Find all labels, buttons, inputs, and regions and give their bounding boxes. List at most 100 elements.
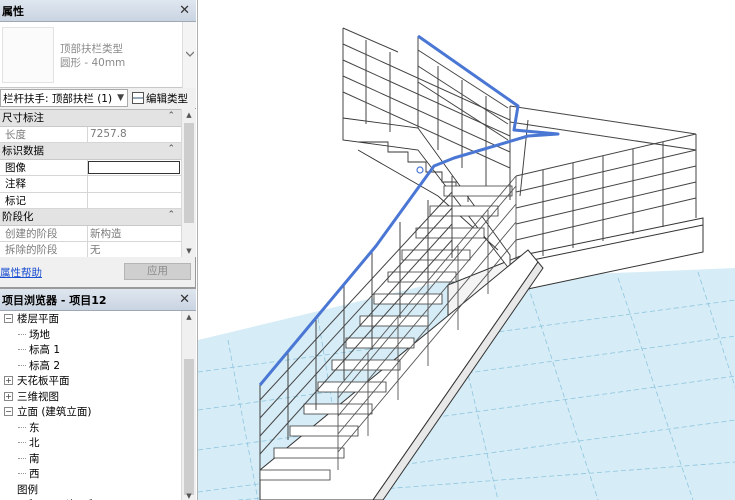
tree-node[interactable]: 东 bbox=[0, 420, 181, 436]
property-key: 图像 bbox=[0, 159, 88, 175]
property-value: 7257.8 bbox=[90, 128, 127, 141]
property-value-input[interactable] bbox=[88, 176, 181, 192]
stair-model-drawing[interactable] bbox=[198, 0, 735, 500]
property-value-input[interactable] bbox=[88, 193, 181, 209]
chevron-down-icon bbox=[186, 51, 194, 57]
properties-grid: 尺寸标注 ⌃ 长度 7257.8 标识数据 ⌃ 图像 注释 标记 阶段化 ⌃ 创… bbox=[0, 109, 181, 257]
tree-node[interactable]: 南 bbox=[0, 451, 181, 467]
expand-icon[interactable]: + bbox=[4, 376, 13, 386]
property-value: 新构造 bbox=[90, 227, 122, 240]
tree-node[interactable]: 图例 bbox=[0, 482, 181, 498]
tree-connector bbox=[18, 349, 26, 351]
tree-node-label: 天花板平面 bbox=[17, 375, 70, 388]
tree-node-label: 三维视图 bbox=[17, 390, 59, 403]
edit-type-icon bbox=[132, 92, 144, 104]
chevron-down-icon: ▼ bbox=[117, 93, 124, 103]
tree-node[interactable]: 西 bbox=[0, 466, 181, 482]
property-row-image[interactable]: 图像 bbox=[0, 159, 181, 176]
properties-scrollbar[interactable]: ▲ ▼ bbox=[181, 109, 196, 257]
scrollbar-thumb[interactable] bbox=[184, 123, 194, 223]
properties-footer: 属性帮助 应用 bbox=[0, 262, 196, 282]
apply-button[interactable]: 应用 bbox=[124, 263, 191, 280]
tree-node[interactable]: + 天花板平面 bbox=[0, 373, 181, 389]
instance-filter-value: 栏杆扶手: 顶部扶栏 (1) bbox=[3, 92, 113, 105]
group-label: 阶段化 bbox=[2, 211, 34, 224]
close-icon[interactable]: ✕ bbox=[179, 3, 190, 18]
tree-node[interactable]: − 楼层平面 bbox=[0, 311, 181, 327]
tree-node[interactable]: 标高 1 bbox=[0, 342, 181, 358]
scroll-down-icon[interactable]: ▼ bbox=[182, 490, 196, 500]
property-row-comments[interactable]: 注释 bbox=[0, 176, 181, 193]
3d-viewport[interactable] bbox=[197, 0, 735, 500]
browser-scrollbar[interactable]: ▲ ▼ bbox=[181, 311, 196, 500]
scroll-up-icon[interactable]: ▲ bbox=[182, 311, 196, 323]
scrollbar-thumb[interactable] bbox=[184, 359, 194, 495]
tree-node-label: 西 bbox=[29, 468, 40, 481]
type-dropdown-button[interactable] bbox=[182, 22, 196, 88]
edit-type-label: 编辑类型 bbox=[146, 92, 188, 105]
property-row-length[interactable]: 长度 7257.8 bbox=[0, 126, 181, 143]
properties-title-bar[interactable]: 属性 ✕ bbox=[0, 0, 196, 22]
property-value-input[interactable] bbox=[88, 160, 180, 174]
group-header-phasing[interactable]: 阶段化 ⌃ bbox=[0, 209, 181, 226]
tree-node-label: 南 bbox=[29, 452, 40, 465]
properties-help-link[interactable]: 属性帮助 bbox=[0, 265, 42, 280]
group-label: 尺寸标注 bbox=[2, 112, 44, 125]
tree-connector bbox=[18, 442, 26, 444]
instance-filter-select[interactable]: 栏杆扶手: 顶部扶栏 (1) ▼ bbox=[0, 89, 128, 107]
collapse-icon[interactable]: − bbox=[4, 314, 13, 324]
tree-node-label: 图例 bbox=[17, 483, 38, 496]
tree-connector bbox=[18, 333, 26, 335]
tree-node-label: 场地 bbox=[29, 328, 50, 341]
tree-node-label: 楼层平面 bbox=[17, 313, 59, 326]
tree-node-label: 北 bbox=[29, 437, 40, 450]
collapse-icon[interactable]: − bbox=[4, 407, 13, 417]
group-header-dimensions[interactable]: 尺寸标注 ⌃ bbox=[0, 110, 181, 127]
project-browser-title-bar[interactable]: 项目浏览器 - 项目12 ✕ bbox=[0, 289, 196, 311]
type-family: 顶部扶栏类型 bbox=[60, 43, 123, 55]
expand-icon[interactable]: + bbox=[4, 391, 13, 401]
scroll-down-icon[interactable]: ▼ bbox=[182, 245, 196, 257]
project-browser-title: 项目浏览器 - 项目12 bbox=[2, 293, 107, 307]
tree-node-label: 标高 2 bbox=[29, 359, 61, 372]
property-row-phase-demolished[interactable]: 拆除的阶段 无 bbox=[0, 242, 181, 257]
type-preview-image bbox=[2, 27, 54, 83]
group-label: 标识数据 bbox=[2, 145, 44, 158]
collapse-icon[interactable]: ⌃ bbox=[167, 210, 175, 220]
collapse-icon[interactable]: ⌃ bbox=[167, 144, 175, 154]
tree-node[interactable]: 标高 2 bbox=[0, 358, 181, 374]
property-key: 拆除的阶段 bbox=[0, 242, 88, 257]
properties-title: 属性 bbox=[2, 4, 24, 18]
type-selector[interactable]: 顶部扶栏类型 圆形 - 40mm bbox=[0, 22, 196, 88]
tree-connector bbox=[18, 457, 26, 459]
type-name: 圆形 - 40mm bbox=[60, 57, 126, 69]
scroll-up-icon[interactable]: ▲ bbox=[182, 109, 196, 121]
edit-type-button[interactable]: 编辑类型 bbox=[132, 91, 188, 106]
tree-node-label: 立面 (建筑立面) bbox=[17, 406, 92, 419]
project-browser: 项目浏览器 - 项目12 ✕ − 楼层平面 场地 标高 1 标高 2 + 天花板平面 + 三维视… bbox=[0, 287, 196, 500]
tree-node[interactable]: + 三维视图 bbox=[0, 389, 181, 405]
instance-row: 栏杆扶手: 顶部扶栏 (1) ▼ 编辑类型 bbox=[0, 88, 196, 108]
tree-node[interactable]: − 立面 (建筑立面) bbox=[0, 404, 181, 420]
left-dock: 属性 ✕ 顶部扶栏类型 圆形 - 40mm 栏杆扶手: 顶部扶栏 (1) ▼ 编… bbox=[0, 0, 196, 500]
property-key: 长度 bbox=[0, 126, 88, 142]
property-row-mark[interactable]: 标记 bbox=[0, 192, 181, 209]
tree-node-label: 东 bbox=[29, 421, 40, 434]
property-value: 无 bbox=[90, 244, 101, 257]
tree-connector bbox=[18, 364, 26, 366]
property-key: 标记 bbox=[0, 192, 88, 208]
collapse-icon[interactable]: ⌃ bbox=[167, 111, 175, 121]
project-tree: − 楼层平面 场地 标高 1 标高 2 + 天花板平面 + 三维视图 − 立面 (建筑立面) 东北南西… bbox=[0, 311, 181, 500]
group-header-identity[interactable]: 标识数据 ⌃ bbox=[0, 143, 181, 160]
tree-connector bbox=[18, 426, 26, 428]
tree-node-label: 标高 1 bbox=[29, 344, 61, 357]
tree-node[interactable]: 北 bbox=[0, 435, 181, 451]
tree-node[interactable]: 场地 bbox=[0, 327, 181, 343]
upper-railing bbox=[342, 27, 511, 186]
close-icon[interactable]: ✕ bbox=[179, 292, 190, 307]
property-key: 创建的阶段 bbox=[0, 225, 88, 241]
property-key: 注释 bbox=[0, 176, 88, 192]
properties-palette: 属性 ✕ 顶部扶栏类型 圆形 - 40mm 栏杆扶手: 顶部扶栏 (1) ▼ 编… bbox=[0, 0, 196, 287]
property-row-phase-created[interactable]: 创建的阶段 新构造 bbox=[0, 225, 181, 242]
rail-grip-handle[interactable] bbox=[416, 166, 424, 174]
